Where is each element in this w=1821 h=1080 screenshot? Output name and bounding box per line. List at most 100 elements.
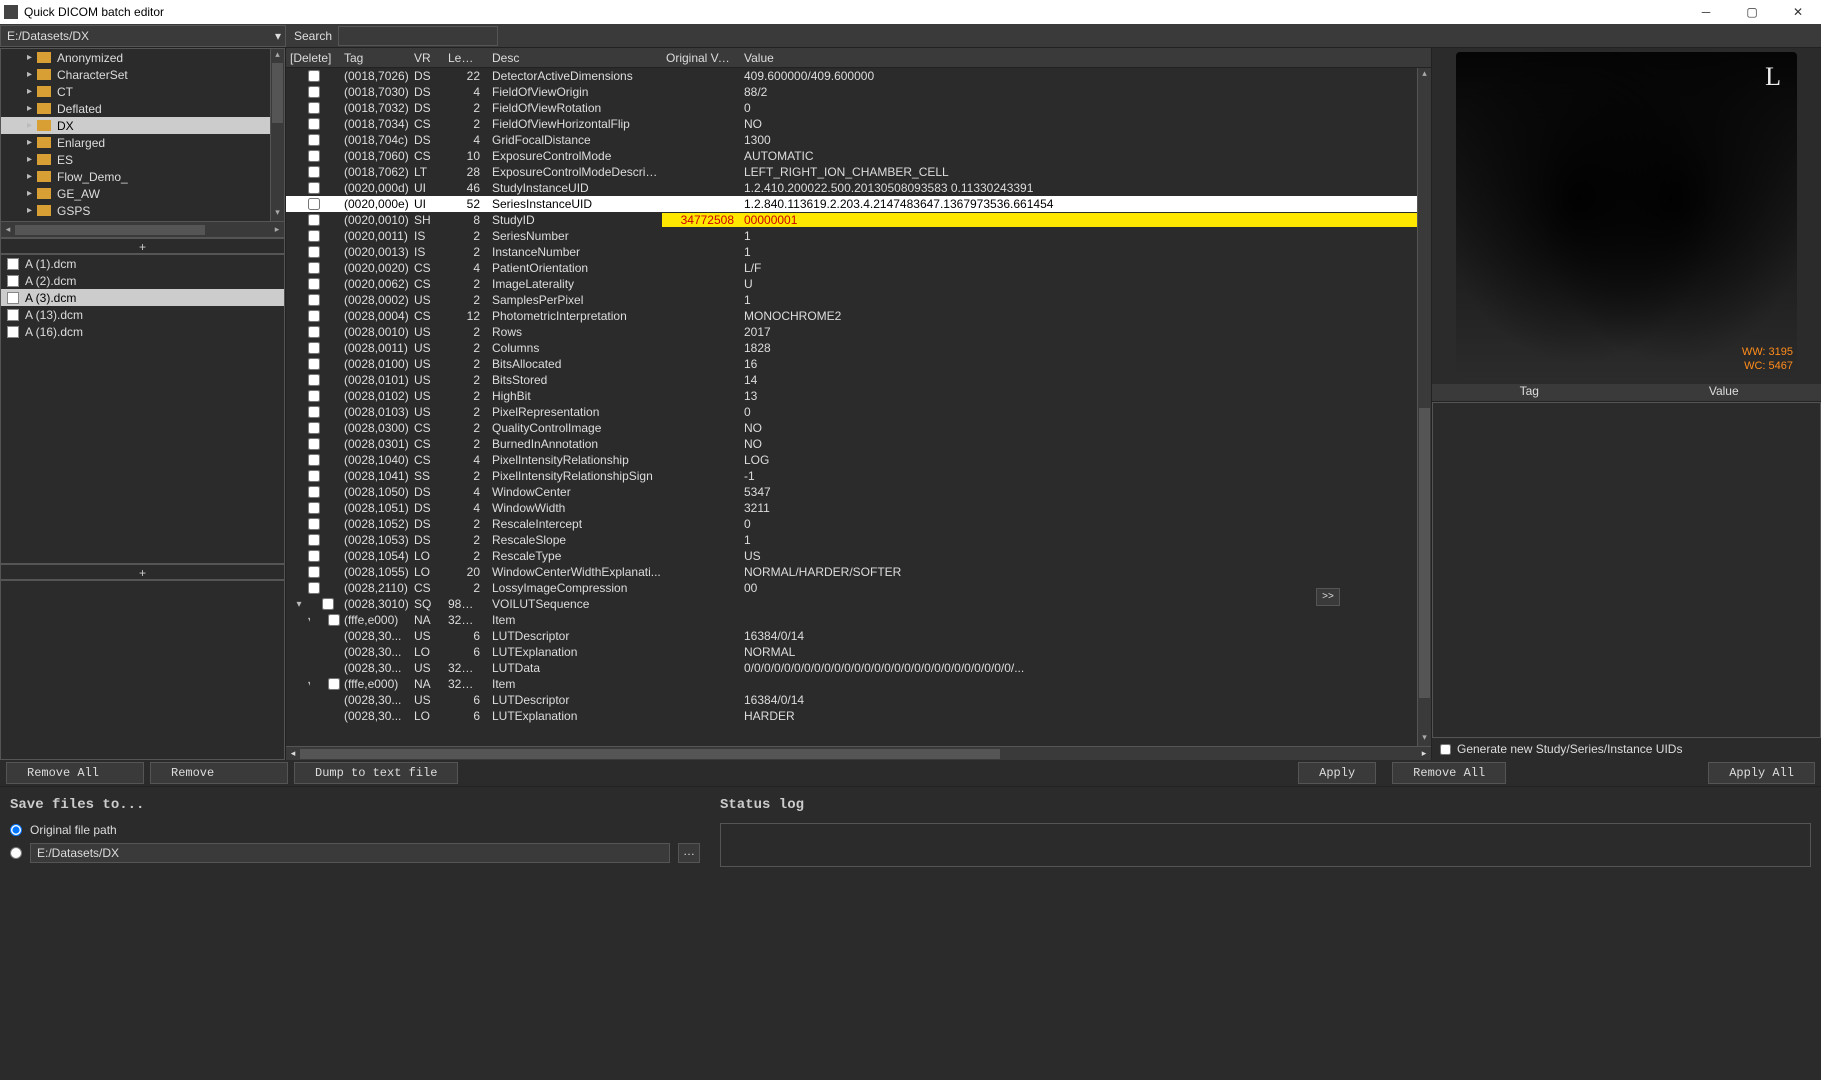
remove-all-right-button[interactable]: Remove All: [1392, 762, 1506, 784]
tag-value[interactable]: -1: [740, 469, 1431, 483]
minimize-button[interactable]: ─: [1683, 0, 1729, 24]
delete-checkbox[interactable]: [308, 582, 320, 594]
delete-checkbox[interactable]: [308, 470, 320, 482]
tag-value[interactable]: LOG: [740, 453, 1431, 467]
expand-right-button[interactable]: >>: [1316, 588, 1340, 606]
image-preview[interactable]: L WW: 3195 WC: 5467: [1432, 48, 1821, 384]
apply-all-button[interactable]: Apply All: [1708, 762, 1815, 784]
folder-item[interactable]: ▸ES: [1, 151, 284, 168]
tag-value[interactable]: NORMAL: [740, 645, 1431, 659]
generate-uid-checkbox[interactable]: Generate new Study/Series/Instance UIDs: [1432, 738, 1821, 760]
tag-value[interactable]: NO: [740, 421, 1431, 435]
tag-row[interactable]: ▾(fffe,e000)NA32804Item: [286, 676, 1431, 692]
dump-button[interactable]: Dump to text file: [294, 762, 458, 784]
folder-item[interactable]: ▸DX: [1, 117, 284, 134]
delete-checkbox[interactable]: [308, 518, 320, 530]
tag-value[interactable]: AUTOMATIC: [740, 149, 1431, 163]
tag-value[interactable]: HARDER: [740, 709, 1431, 723]
delete-checkbox[interactable]: [308, 550, 320, 562]
delete-checkbox[interactable]: [328, 678, 340, 690]
tag-hscroll[interactable]: ◂▸: [286, 746, 1431, 760]
tag-value[interactable]: 0: [740, 517, 1431, 531]
tag-row[interactable]: (0028,1050)DS4WindowCenter5347: [286, 484, 1431, 500]
col-tag-r[interactable]: Tag: [1432, 384, 1627, 401]
delete-checkbox[interactable]: [308, 294, 320, 306]
delete-checkbox[interactable]: [308, 166, 320, 178]
tag-value[interactable]: NO: [740, 117, 1431, 131]
delete-checkbox[interactable]: [308, 182, 320, 194]
tag-row[interactable]: (0028,1054)LO2RescaleTypeUS: [286, 548, 1431, 564]
tag-row[interactable]: (0028,1055)LO20WindowCenterWidthExplanat…: [286, 564, 1431, 580]
delete-checkbox[interactable]: [308, 422, 320, 434]
col-vr[interactable]: VR: [410, 51, 444, 65]
tag-value[interactable]: 0: [740, 405, 1431, 419]
delete-checkbox[interactable]: [308, 70, 320, 82]
tag-value[interactable]: 00000001: [740, 213, 1431, 227]
folder-hscroll[interactable]: ◂▸: [1, 221, 284, 237]
tag-row[interactable]: (0028,1053)DS2RescaleSlope1: [286, 532, 1431, 548]
tag-row[interactable]: (0020,000d)UI46StudyInstanceUID1.2.410.2…: [286, 180, 1431, 196]
tag-value[interactable]: 1.2.840.113619.2.203.4.2147483647.136797…: [740, 197, 1431, 211]
tag-row[interactable]: (0020,0011)IS2SeriesNumber1: [286, 228, 1431, 244]
file-item[interactable]: A (3).dcm: [1, 289, 284, 306]
tag-row[interactable]: (0028,1040)CS4PixelIntensityRelationship…: [286, 452, 1431, 468]
file-item[interactable]: A (2).dcm: [1, 272, 284, 289]
tag-row[interactable]: (0018,7060)CS10ExposureControlModeAUTOMA…: [286, 148, 1431, 164]
col-value-r[interactable]: Value: [1627, 384, 1821, 401]
tag-row[interactable]: (0028,0101)US2BitsStored14: [286, 372, 1431, 388]
delete-checkbox[interactable]: [308, 406, 320, 418]
expand-icon[interactable]: ▾: [290, 599, 304, 610]
delete-checkbox[interactable]: [308, 262, 320, 274]
tag-row[interactable]: (0018,7032)DS2FieldOfViewRotation0: [286, 100, 1431, 116]
tag-row[interactable]: (0018,7026)DS22DetectorActiveDimensions4…: [286, 68, 1431, 84]
tag-row[interactable]: (0028,30...LO6LUTExplanationHARDER: [286, 708, 1431, 724]
tag-row[interactable]: (0028,0100)US2BitsAllocated16: [286, 356, 1431, 372]
tag-table-header[interactable]: [Delete] Tag VR Length Desc Original Val…: [286, 48, 1431, 68]
tag-row[interactable]: ▾(fffe,e000)NA32804Item: [286, 612, 1431, 628]
tag-value[interactable]: 409.600000/409.600000: [740, 69, 1431, 83]
file-item[interactable]: A (1).dcm: [1, 255, 284, 272]
tag-row[interactable]: (0018,704c)DS4GridFocalDistance1300: [286, 132, 1431, 148]
tag-row[interactable]: (0028,30...US6LUTDescriptor16384/0/14: [286, 628, 1431, 644]
delete-checkbox[interactable]: [308, 118, 320, 130]
delete-checkbox[interactable]: [308, 454, 320, 466]
tag-vscroll[interactable]: ▴▾: [1417, 68, 1431, 746]
delete-checkbox[interactable]: [308, 278, 320, 290]
tag-value[interactable]: 16384/0/14: [740, 629, 1431, 643]
delete-checkbox[interactable]: [308, 390, 320, 402]
tag-value[interactable]: 3211: [740, 501, 1431, 515]
close-button[interactable]: ✕: [1775, 0, 1821, 24]
save-original-radio[interactable]: [10, 824, 22, 836]
delete-checkbox[interactable]: [308, 134, 320, 146]
tag-value[interactable]: NORMAL/HARDER/SOFTER: [740, 565, 1431, 579]
folder-item[interactable]: ▸Anonymized: [1, 49, 284, 66]
delete-checkbox[interactable]: [308, 86, 320, 98]
tag-value[interactable]: MONOCHROME2: [740, 309, 1431, 323]
folder-item[interactable]: ▸Flow_Demo_: [1, 168, 284, 185]
tag-value[interactable]: U: [740, 277, 1431, 291]
folder-vscroll[interactable]: ▴▾: [270, 49, 284, 221]
delete-checkbox[interactable]: [308, 102, 320, 114]
tag-row[interactable]: (0028,0010)US2Rows2017: [286, 324, 1431, 340]
tag-value[interactable]: NO: [740, 437, 1431, 451]
apply-button[interactable]: Apply: [1298, 762, 1376, 784]
tag-row[interactable]: (0028,0011)US2Columns1828: [286, 340, 1431, 356]
file-item[interactable]: A (16).dcm: [1, 323, 284, 340]
tag-row[interactable]: (0020,0013)IS2InstanceNumber1: [286, 244, 1431, 260]
folder-item[interactable]: ▸CT: [1, 83, 284, 100]
tag-value[interactable]: 14: [740, 373, 1431, 387]
folder-item[interactable]: ▸GE_AW: [1, 185, 284, 202]
add-file-button[interactable]: +: [0, 564, 285, 580]
delete-checkbox[interactable]: [308, 374, 320, 386]
tag-row[interactable]: (0028,30...US6LUTDescriptor16384/0/14: [286, 692, 1431, 708]
delete-checkbox[interactable]: [308, 310, 320, 322]
tag-value[interactable]: L/F: [740, 261, 1431, 275]
col-value[interactable]: Value: [740, 51, 1431, 65]
delete-checkbox[interactable]: [308, 230, 320, 242]
folder-item[interactable]: ▸GSPS: [1, 202, 284, 219]
tag-row[interactable]: (0028,0004)CS12PhotometricInterpretation…: [286, 308, 1431, 324]
tag-value[interactable]: 0: [740, 101, 1431, 115]
save-path-input[interactable]: [30, 843, 670, 863]
tag-value[interactable]: 2017: [740, 325, 1431, 339]
tag-value[interactable]: 5347: [740, 485, 1431, 499]
